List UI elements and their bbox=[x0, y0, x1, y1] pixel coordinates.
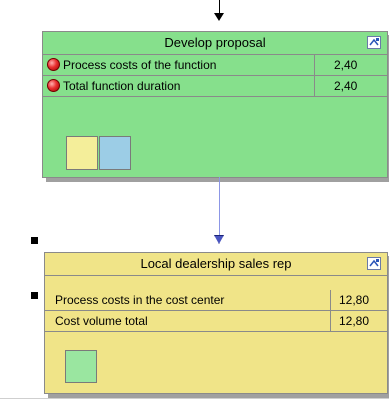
function-title-row: Develop proposal bbox=[43, 32, 387, 55]
orgunit-title: Local dealership sales rep bbox=[140, 256, 292, 271]
orgunit-row-value: 12,80 bbox=[339, 314, 370, 328]
orgunit-row-label: Cost volume total bbox=[55, 314, 148, 328]
selection-handle[interactable] bbox=[31, 292, 38, 299]
function-attribute-row: Total function duration 2,40 bbox=[43, 76, 387, 97]
function-box[interactable]: Develop proposal Process costs of the fu… bbox=[42, 31, 388, 178]
row-divider bbox=[330, 311, 331, 331]
function-row-label: Process costs of the function bbox=[63, 58, 217, 72]
model-assignment-icon[interactable] bbox=[367, 257, 381, 270]
orgunit-row-label: Process costs in the cost center bbox=[55, 293, 225, 307]
function-row-value: 2,40 bbox=[334, 79, 358, 93]
row-divider bbox=[330, 290, 331, 310]
arrow-down-icon bbox=[214, 13, 224, 21]
swatch-green bbox=[65, 350, 97, 383]
orgunit-box[interactable]: Local dealership sales rep Process costs… bbox=[44, 252, 388, 394]
red-bullet-icon bbox=[47, 58, 60, 71]
swatch-blue bbox=[99, 136, 131, 170]
connector-line[interactable] bbox=[219, 177, 220, 235]
swatch-yellow bbox=[66, 136, 98, 170]
incoming-connector-line bbox=[219, 0, 220, 14]
orgunit-attribute-row: Cost volume total 12,80 bbox=[45, 311, 387, 332]
function-row-label: Total function duration bbox=[63, 79, 181, 93]
orgunit-row-value: 12,80 bbox=[339, 293, 370, 307]
selection-handle[interactable] bbox=[31, 237, 38, 244]
bottom-divider bbox=[0, 398, 389, 399]
arrow-down-icon bbox=[214, 235, 224, 244]
function-row-value: 2,40 bbox=[334, 58, 358, 72]
orgunit-title-row: Local dealership sales rep bbox=[45, 253, 387, 276]
orgunit-attribute-row: Process costs in the cost center 12,80 bbox=[45, 290, 387, 311]
row-divider bbox=[314, 55, 315, 75]
function-title: Develop proposal bbox=[164, 35, 266, 50]
red-bullet-icon bbox=[47, 79, 60, 92]
row-divider bbox=[314, 76, 315, 96]
model-assignment-icon[interactable] bbox=[367, 36, 381, 49]
function-attribute-row: Process costs of the function 2,40 bbox=[43, 55, 387, 76]
